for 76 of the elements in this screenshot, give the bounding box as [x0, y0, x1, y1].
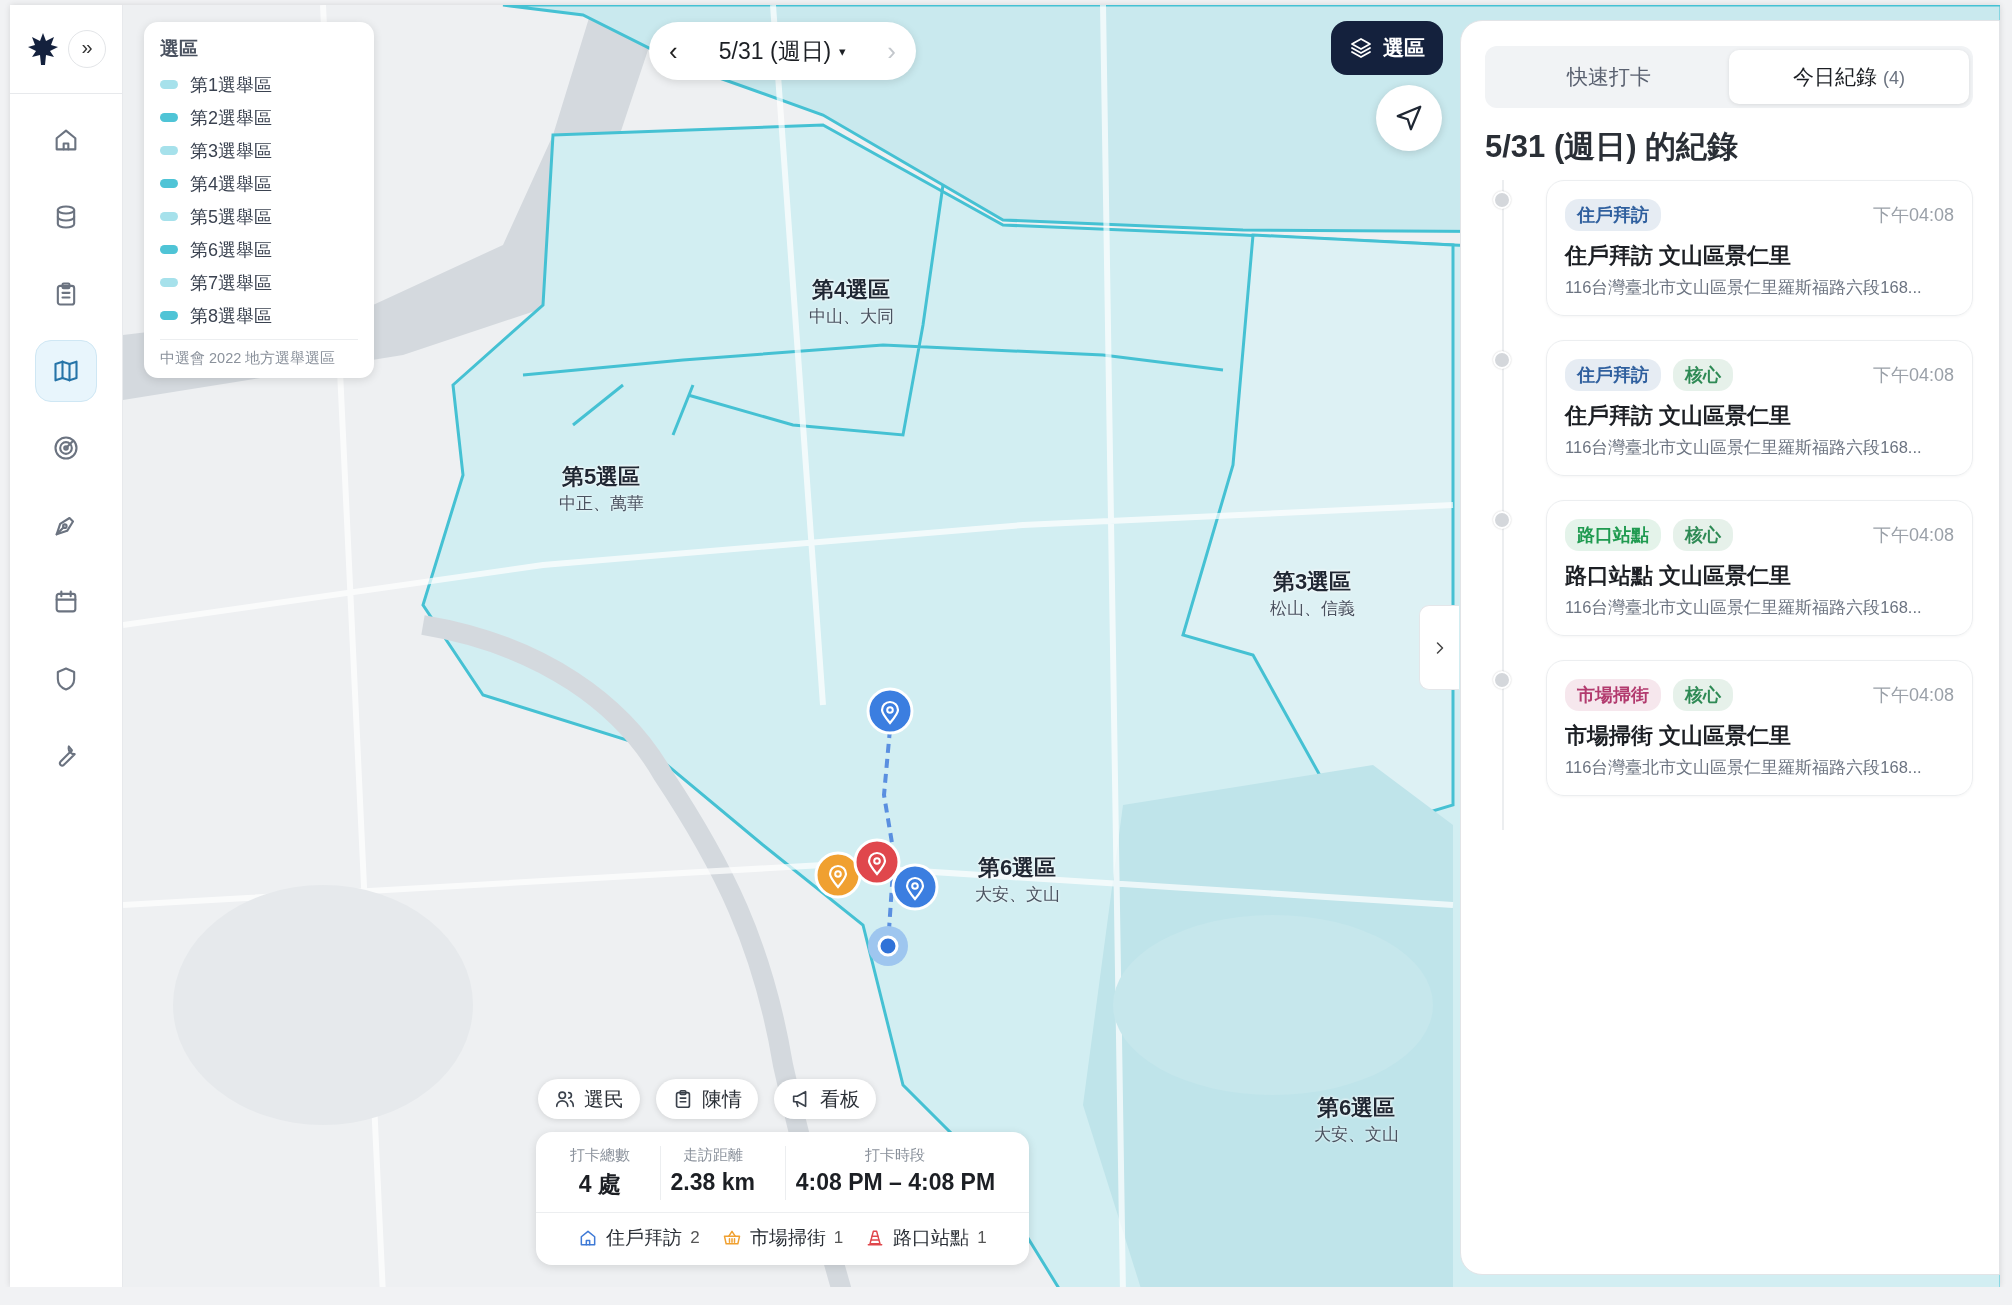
category-label: 市場掃街 [749, 1226, 826, 1250]
district-areas: 大安、文山 [974, 883, 1060, 906]
stat-value: 4 處 [578, 1170, 621, 1199]
map-pin-icon[interactable] [852, 837, 902, 887]
tab[interactable]: 今日紀錄 (4) [1729, 50, 1969, 104]
layer-button[interactable]: 選區 [1331, 21, 1443, 75]
tab[interactable]: 快速打卡 [1489, 50, 1729, 104]
current-location-icon [866, 924, 910, 968]
category-label: 路口站點 [893, 1226, 970, 1250]
logo-icon [28, 32, 58, 66]
district-name: 第6選區 [1316, 1094, 1396, 1122]
legend-label: 第7選舉區 [190, 271, 272, 295]
layers-icon [1349, 36, 1373, 60]
stat-value: 4:08 PM – 4:08 PM [795, 1169, 996, 1196]
timeline-dot [1493, 351, 1511, 369]
district-areas: 大安、文山 [1313, 1123, 1399, 1146]
legend-label: 第4選舉區 [190, 172, 272, 196]
panel-heading: 5/31 (週日) 的紀錄 [1485, 128, 1740, 166]
timeline-dot [1493, 671, 1511, 689]
filter-chip[interactable]: 選民 [538, 1079, 640, 1119]
district-name: 第6選區 [977, 854, 1057, 882]
category-count: 1 [833, 1228, 844, 1248]
tag: 路口站點 [1565, 519, 1661, 551]
stat-label: 走訪距離 [682, 1146, 743, 1165]
previous-day-button[interactable]: ‹ [661, 38, 686, 64]
category-count: 1 [977, 1228, 987, 1248]
navigation-arrow-icon [1394, 103, 1424, 133]
basket-icon [721, 1228, 742, 1248]
date-dropdown[interactable]: 5/31 (週日) ▾ [718, 39, 847, 63]
legend-label: 第3選舉區 [190, 139, 272, 163]
record-time: 下午04:08 [1872, 684, 1954, 707]
district-name: 第5選區 [561, 463, 641, 491]
legend-label: 第8選舉區 [190, 304, 272, 328]
record-title: 路口站點 文山區景仁里 [1565, 562, 1793, 590]
tag: 核心 [1673, 359, 1733, 391]
tag: 市場掃街 [1565, 679, 1661, 711]
radar-icon [52, 434, 80, 462]
filter-chip[interactable]: 陳情 [656, 1079, 758, 1119]
district-areas: 松山、信義 [1269, 597, 1355, 620]
district-areas: 中山、大同 [808, 305, 894, 328]
people-icon [554, 1088, 576, 1110]
record-title: 住戶拜訪 文山區景仁里 [1565, 402, 1793, 430]
record-title: 市場掃街 文山區景仁里 [1565, 722, 1793, 750]
map-pin-icon[interactable] [890, 862, 940, 912]
category-count: 2 [690, 1228, 700, 1248]
district-name: 第4選區 [811, 276, 891, 304]
record-address: 116台灣臺北市文山區景仁里羅斯福路六段168... [1565, 277, 1923, 298]
tag: 核心 [1673, 679, 1733, 711]
record-address: 116台灣臺北市文山區景仁里羅斯福路六段168... [1565, 757, 1923, 778]
record-address: 116台灣臺北市文山區景仁里羅斯福路六段168... [1565, 437, 1923, 458]
legend-source: 中選會 2022 地方選舉選區 [160, 339, 358, 368]
legend-title: 選區 [160, 37, 198, 61]
expand-sidebar-button[interactable]: » [68, 30, 106, 68]
timeline-dot [1493, 511, 1511, 529]
map-pin-icon[interactable] [865, 686, 915, 736]
record-time: 下午04:08 [1872, 204, 1954, 227]
nav-button[interactable] [35, 340, 97, 402]
record-time: 下午04:08 [1872, 364, 1954, 387]
tag: 住戶拜訪 [1565, 199, 1661, 231]
category-label: 住戶拜訪 [606, 1226, 683, 1250]
district-areas: 中正、萬華 [558, 492, 644, 515]
legend-label: 第6選舉區 [190, 238, 272, 262]
legend-label: 第5選舉區 [190, 205, 272, 229]
timeline-dot [1493, 191, 1511, 209]
tag: 住戶拜訪 [1565, 359, 1661, 391]
legend-label: 第2選舉區 [190, 106, 272, 130]
stat-value: 2.38 km [670, 1169, 755, 1196]
legend-label: 第1選舉區 [190, 73, 272, 97]
tag: 核心 [1673, 519, 1733, 551]
record-time: 下午04:08 [1872, 524, 1954, 547]
stat-label: 打卡時段 [865, 1146, 926, 1165]
record-title: 住戶拜訪 文山區景仁里 [1565, 242, 1793, 270]
filter-chip[interactable]: 看板 [774, 1079, 876, 1119]
stat-label: 打卡總數 [569, 1146, 630, 1165]
record-address: 116台灣臺北市文山區景仁里羅斯福路六段168... [1565, 597, 1923, 618]
district-name: 第3選區 [1272, 568, 1352, 596]
